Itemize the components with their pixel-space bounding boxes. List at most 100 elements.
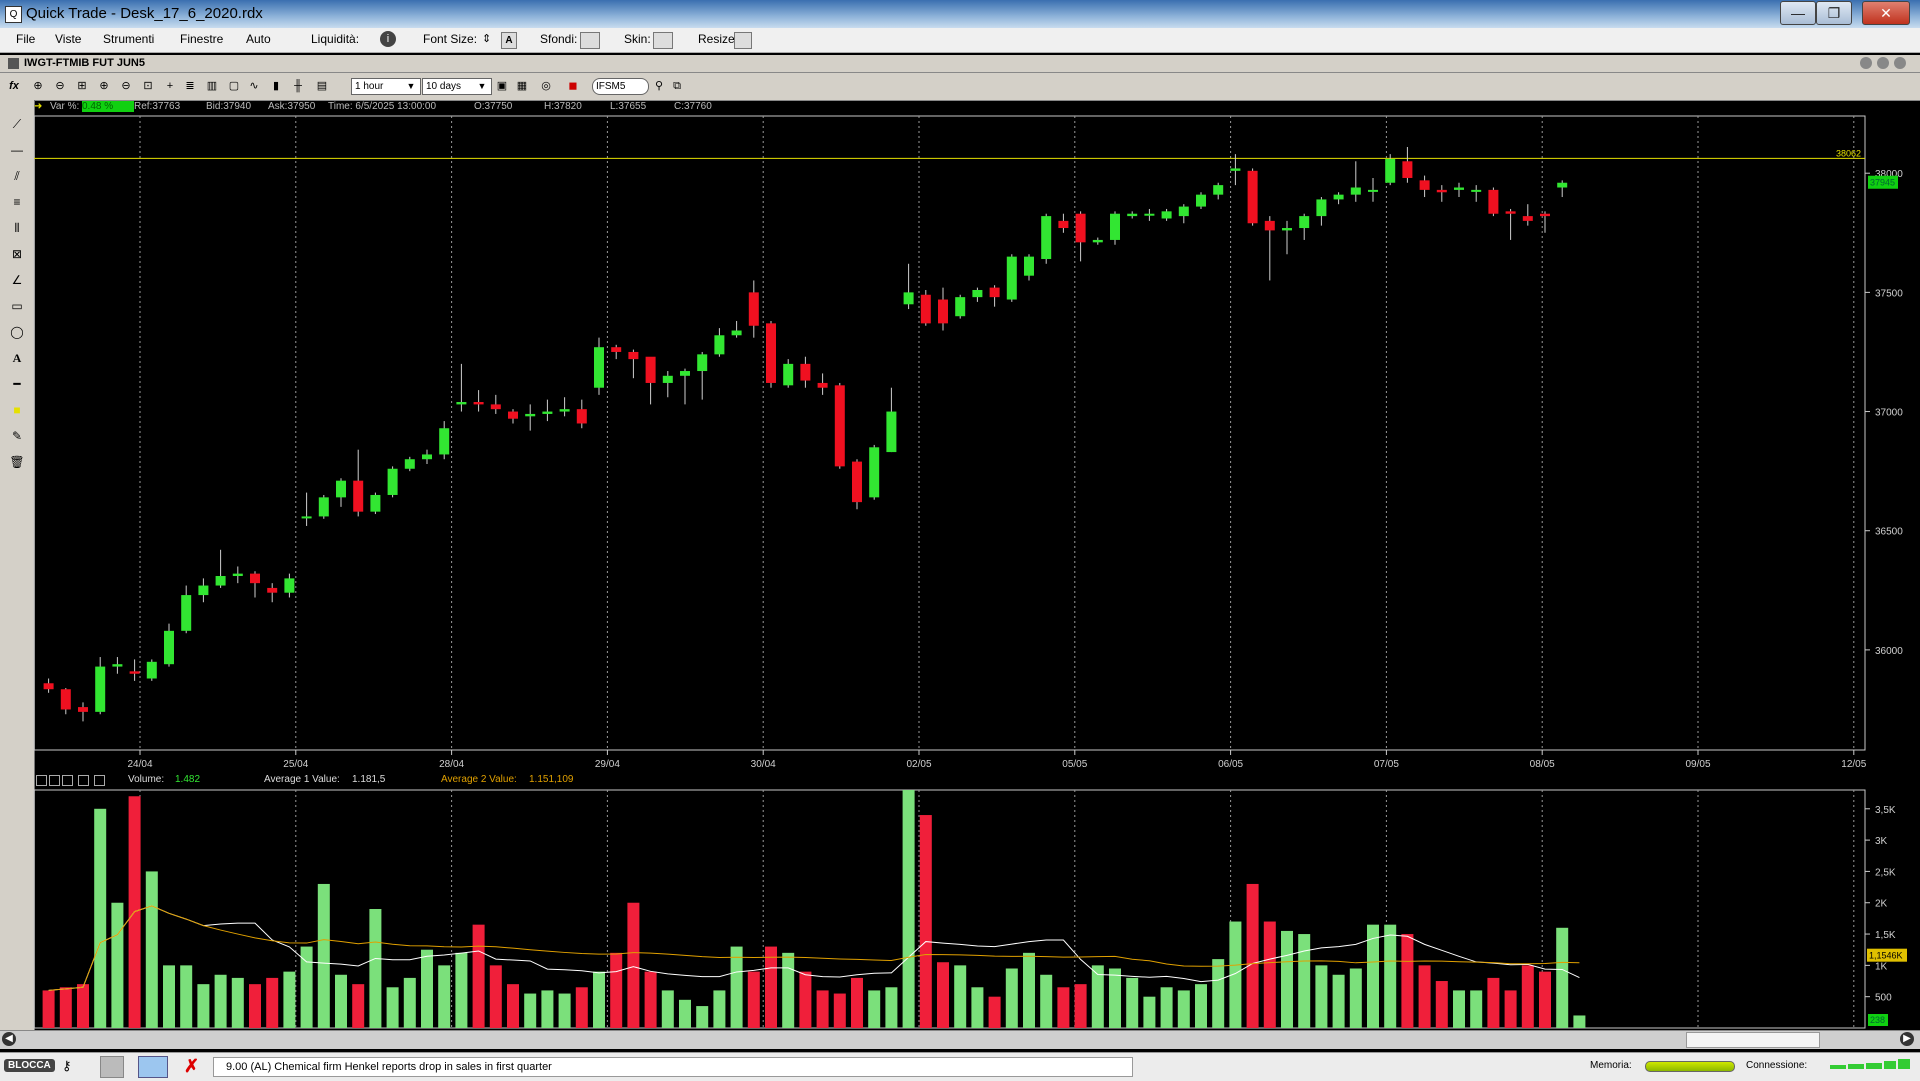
candle-body <box>198 585 209 596</box>
volume-bar <box>1263 921 1276 1028</box>
blocca-button[interactable]: BLOCCA <box>4 1059 55 1072</box>
candle-body <box>250 573 260 584</box>
monitor-icon[interactable] <box>138 1056 168 1078</box>
scroll-right-icon[interactable]: ▶ <box>1900 1032 1914 1046</box>
volume-bar <box>988 996 1001 1028</box>
volume-tick-label: 2K <box>1875 899 1888 910</box>
candle-body <box>817 382 828 388</box>
volume-bar <box>94 808 107 1028</box>
volume-bar <box>1521 965 1534 1028</box>
volume-bar <box>971 987 984 1028</box>
volume-bar <box>1470 990 1483 1028</box>
candle-body <box>456 402 467 405</box>
volume-panel-icon-4[interactable] <box>78 775 89 786</box>
candle-body <box>1075 213 1086 243</box>
volume-bar <box>1160 987 1173 1028</box>
volume-bar <box>77 984 89 1028</box>
candle-body <box>1522 216 1533 221</box>
volume-bar <box>163 965 175 1028</box>
volume-bar <box>713 990 726 1028</box>
volume-bar <box>1418 965 1431 1028</box>
volume-bar <box>799 971 812 1028</box>
date-tick-label: 12/05 <box>1841 759 1866 770</box>
candle-body <box>714 335 725 355</box>
candle-body <box>422 454 432 460</box>
date-tick-label: 29/04 <box>595 759 620 770</box>
volume-bar <box>1281 930 1293 1028</box>
volume-tick-label: 1,5K <box>1875 930 1896 941</box>
candle-body <box>112 664 123 667</box>
volume-bar <box>593 971 605 1028</box>
candle-body <box>1488 189 1499 214</box>
scroll-left-icon[interactable]: ◀ <box>2 1032 16 1046</box>
volume-bar <box>1143 996 1156 1028</box>
avg1-label: Average 1 Value: <box>264 774 340 785</box>
candle-body <box>834 385 845 467</box>
volume-bar <box>1195 984 1207 1028</box>
volume-bar <box>696 1006 709 1028</box>
volume-bar <box>885 987 898 1028</box>
candle-body <box>1041 216 1052 260</box>
volume-bar <box>283 971 296 1028</box>
volume-average-2-line <box>48 905 1580 991</box>
volume-bar <box>197 984 210 1028</box>
candle-body <box>1006 256 1017 300</box>
candle-body <box>766 323 776 383</box>
candle-body <box>680 371 690 376</box>
candle-body <box>267 587 278 593</box>
volume-bar <box>335 974 347 1028</box>
date-tick-label: 08/05 <box>1530 759 1555 770</box>
candle-body <box>95 666 106 712</box>
volume-bar <box>1539 971 1551 1028</box>
candle-body <box>508 411 518 419</box>
news-ticker[interactable]: 9.00 (AL) Chemical firm Henkel reports d… <box>213 1057 1133 1077</box>
candle-body <box>542 411 553 414</box>
volume-tick-label: 3K <box>1875 836 1888 847</box>
volume-bar <box>1109 968 1121 1028</box>
candle-body <box>697 354 708 372</box>
candle-body <box>938 299 948 324</box>
volume-panel-icon-2[interactable] <box>49 775 60 786</box>
volume-average-1-line <box>48 905 1580 991</box>
volume-bar <box>42 990 55 1028</box>
candle-body <box>353 480 364 512</box>
volume-bar <box>369 909 382 1028</box>
connessione-label: Connessione: <box>1746 1060 1808 1071</box>
candle-body <box>869 447 880 498</box>
candle-body <box>181 595 192 631</box>
volume-panel-icon-5[interactable] <box>94 775 105 786</box>
stop-news-icon[interactable]: ✗ <box>184 1056 199 1077</box>
candle-body <box>1127 213 1138 217</box>
volume-bar <box>1298 934 1311 1028</box>
candle-body <box>1368 189 1378 192</box>
candle-body <box>129 671 140 674</box>
candle-body <box>439 428 450 455</box>
volume-tick-label: 3,5K <box>1875 805 1896 816</box>
candle-body <box>1024 256 1034 276</box>
key-icon[interactable]: ⚷ <box>62 1058 72 1074</box>
candle-body <box>1385 158 1396 183</box>
candle-body <box>1247 170 1258 224</box>
printer-icon[interactable] <box>100 1056 124 1078</box>
volume-bar <box>524 993 537 1028</box>
volume-bar <box>489 965 502 1028</box>
candle-body <box>1161 211 1172 219</box>
volume-panel-icon-1[interactable] <box>36 775 47 786</box>
volume-panel-icon-3[interactable] <box>62 775 73 786</box>
candle-body <box>1557 182 1568 188</box>
candle-body <box>903 292 914 305</box>
volume-bar <box>782 952 795 1028</box>
volume-bar <box>1074 984 1087 1028</box>
candle-body <box>731 330 742 336</box>
volume-bar <box>1349 968 1362 1028</box>
candle-body <box>628 351 639 360</box>
horizontal-scrollbar[interactable]: ◀ ▶ <box>0 1030 1920 1049</box>
volume-bar <box>438 965 451 1028</box>
candle-body <box>559 409 570 412</box>
candle-body <box>232 573 243 577</box>
volume-bar <box>1040 974 1053 1028</box>
volume-bar <box>386 987 399 1028</box>
candle-body <box>1540 213 1550 217</box>
scroll-thumb[interactable] <box>1686 1032 1820 1048</box>
memoria-label: Memoria: <box>1590 1060 1632 1071</box>
